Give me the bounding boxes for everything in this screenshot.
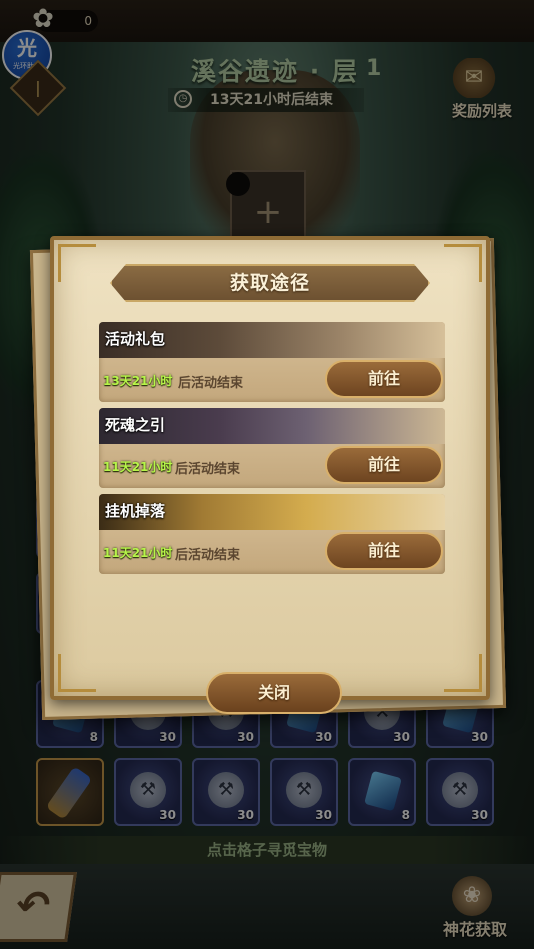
source-time: 11天21小时: [103, 460, 173, 474]
source-suffix: 后活动结束: [175, 462, 241, 477]
close-button[interactable]: 关闭: [206, 672, 342, 714]
source-suffix: 后活动结束: [175, 548, 241, 563]
source-item: 挂机掉落 11天21小时 后活动结束 前往: [99, 494, 445, 574]
source-name: 死魂之引: [105, 416, 166, 434]
dialog-corner-ornament: [58, 654, 96, 692]
source-item: 死魂之引 11天21小时 后活动结束 前往: [99, 408, 445, 488]
source-name: 挂机掉落: [105, 502, 166, 520]
go-button[interactable]: 前往: [325, 532, 443, 570]
acquire-source-dialog: 获取途径 活动礼包 13天21小时 后活动结束 前往 死魂之引 11天21小时 …: [50, 236, 490, 714]
source-time: 13天21小时: [103, 374, 173, 388]
source-time: 11天21小时: [103, 546, 173, 560]
dialog-corner-ornament: [444, 244, 482, 282]
dialog-corner-ornament: [58, 244, 96, 282]
go-button[interactable]: 前往: [325, 360, 443, 398]
source-item: 活动礼包 13天21小时 后活动结束 前往: [99, 322, 445, 402]
source-name: 活动礼包: [105, 330, 166, 348]
source-suffix: 后活动结束: [178, 376, 244, 391]
dialog-corner-ornament: [444, 654, 482, 692]
go-button[interactable]: 前往: [325, 446, 443, 484]
dialog-title: 获取途径: [229, 272, 310, 294]
